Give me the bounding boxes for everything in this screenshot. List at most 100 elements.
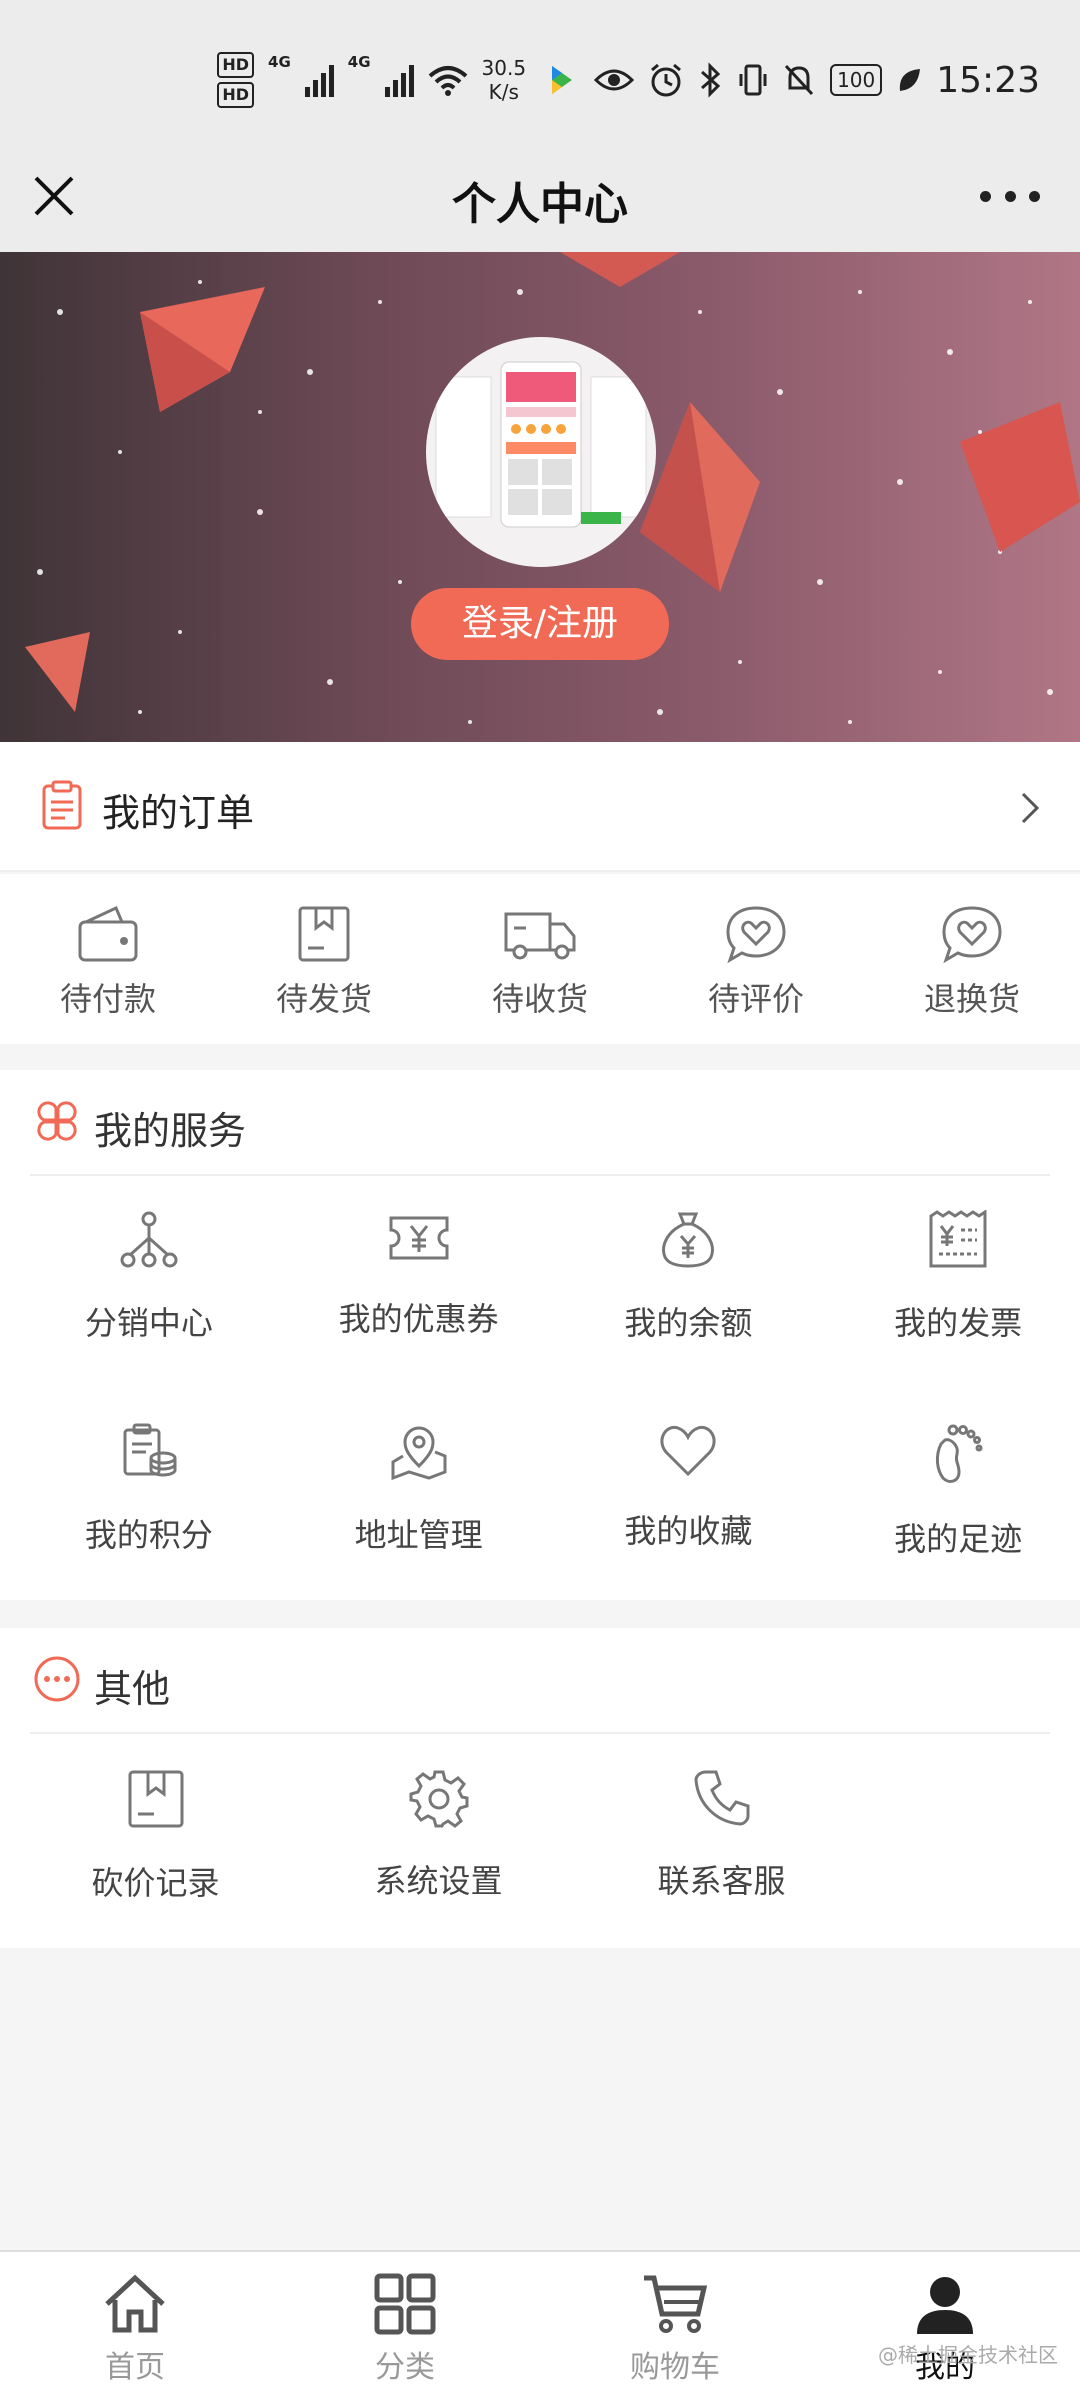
- other-label: 联系客服: [657, 1862, 786, 1900]
- service-coupons[interactable]: 我的优惠券: [297, 1210, 541, 1344]
- avatar[interactable]: [426, 337, 656, 567]
- more-circle-icon: [34, 1656, 80, 1702]
- user-icon: [917, 2277, 973, 2334]
- service-label: 我的优惠券: [338, 1300, 499, 1338]
- services-row-1: 分销中心 我的优惠券 我的余额 我的发票: [0, 1210, 1080, 1344]
- service-label: 地址管理: [354, 1516, 483, 1554]
- service-distribution-center[interactable]: 分销中心: [27, 1210, 271, 1344]
- service-label: 我的余额: [624, 1304, 753, 1342]
- tab-mine[interactable]: 我的: [810, 2252, 1080, 2400]
- status-bar: HD HD 4G 4G 30.5 K/s 100 15:23: [0, 0, 1080, 140]
- other-header: 其他: [30, 1628, 1050, 1734]
- order-item-label: 待评价: [707, 980, 804, 1018]
- hd2-badge: HD: [217, 82, 255, 108]
- login-register-button[interactable]: 登录/注册: [411, 588, 669, 660]
- cart-icon: [644, 2275, 708, 2333]
- other-label: 系统设置: [374, 1862, 503, 1900]
- clipboard-icon: [42, 780, 82, 830]
- heart-icon: [660, 1425, 716, 1477]
- network-type-1: 4G: [268, 53, 291, 71]
- bluetooth-icon: [701, 62, 721, 98]
- app-notification-icon: [552, 66, 573, 94]
- service-label: 分销中心: [84, 1304, 213, 1342]
- service-favorites[interactable]: 我的收藏: [567, 1422, 811, 1560]
- hd1-badge: HD: [217, 52, 255, 78]
- more-icon[interactable]: [980, 178, 1040, 214]
- my-orders-title: 我的订单: [102, 791, 255, 835]
- services-header: 我的服务: [30, 1070, 1050, 1176]
- tab-cart[interactable]: 购物车: [540, 2252, 810, 2400]
- services-row-2: 我的积分 地址管理 我的收藏 我的足迹: [0, 1422, 1080, 1560]
- signal-icon: [304, 63, 334, 97]
- tab-label: 分类: [375, 2350, 435, 2385]
- home-icon: [105, 2274, 165, 2333]
- money-bag-icon: [662, 1212, 715, 1268]
- service-invoices[interactable]: 我的发票: [836, 1210, 1080, 1344]
- bottom-tab-bar: 首页 分类 购物车 我的 @稀土掘金技术社区: [0, 2250, 1080, 2400]
- my-orders-header[interactable]: 我的订单: [0, 742, 1080, 872]
- profile-banner: 登录/注册: [0, 252, 1080, 742]
- service-label: 我的收藏: [624, 1512, 753, 1550]
- wallet-icon: [78, 905, 138, 962]
- tab-home[interactable]: 首页: [0, 2252, 270, 2400]
- invoice-icon: [929, 1210, 987, 1268]
- vibrate-icon: [739, 64, 767, 96]
- service-address[interactable]: 地址管理: [297, 1422, 541, 1560]
- other-customer-service[interactable]: 联系客服: [593, 1768, 850, 1904]
- signal-icon: [384, 63, 414, 97]
- footprint-icon: [936, 1424, 983, 1483]
- order-pending-review[interactable]: 待评价: [648, 874, 864, 1044]
- other-label: 砍价记录: [91, 1864, 220, 1902]
- phone-icon: [693, 1770, 749, 1826]
- other-section: 其他 砍价记录 系统设置 联系客服: [0, 1628, 1080, 1948]
- leaf-icon: [900, 69, 921, 91]
- wifi-icon: [428, 66, 467, 96]
- eye-icon: [594, 69, 635, 91]
- order-pending-shipment[interactable]: 待发货: [216, 874, 432, 1044]
- alarm-icon: [651, 63, 682, 97]
- tab-label: 首页: [105, 2350, 165, 2385]
- other-title: 其他: [94, 1667, 171, 1711]
- bookmark-box-icon: [128, 1770, 183, 1828]
- service-points[interactable]: 我的积分: [27, 1422, 271, 1560]
- other-system-settings[interactable]: 系统设置: [310, 1768, 567, 1904]
- order-status-row: 待付款 待发货 待收货 待评价 退换货: [0, 874, 1080, 1044]
- nav-bar: 个人中心: [0, 140, 1080, 252]
- heart-chat-icon: [942, 906, 1002, 964]
- chevron-right-icon: [1021, 792, 1040, 824]
- network-type-2: 4G: [347, 53, 371, 71]
- order-pending-receipt[interactable]: 待收货: [432, 874, 648, 1044]
- clock-time: 15:23: [936, 59, 1040, 101]
- service-label: 我的发票: [894, 1304, 1023, 1342]
- battery-icon: 100: [830, 64, 883, 96]
- order-pending-payment[interactable]: 待付款: [0, 874, 216, 1044]
- heart-chat-icon: [726, 906, 786, 964]
- order-item-label: 待付款: [59, 980, 156, 1018]
- order-item-label: 待发货: [275, 980, 372, 1018]
- service-label: 我的积分: [84, 1516, 213, 1554]
- my-services-section: 我的服务 分销中心 我的优惠券 我的余额 我的发票 我的积分 地址管理 我的收藏…: [0, 1070, 1080, 1600]
- points-icon: [123, 1423, 177, 1477]
- gear-icon: [409, 1770, 468, 1828]
- page-title: 个人中心: [452, 179, 628, 230]
- tab-category[interactable]: 分类: [270, 2252, 540, 2400]
- service-label: 我的足迹: [894, 1520, 1023, 1558]
- order-returns[interactable]: 退换货: [864, 874, 1080, 1044]
- other-bargain-records[interactable]: 砍价记录: [27, 1768, 284, 1904]
- other-row: 砍价记录 系统设置 联系客服: [0, 1768, 1080, 1904]
- app-preview-image: [435, 361, 647, 528]
- hd-indicator: HD HD: [217, 50, 255, 110]
- order-item-label: 待收货: [491, 980, 588, 1018]
- location-icon: [391, 1426, 447, 1481]
- services-title: 我的服务: [94, 1109, 247, 1153]
- coupon-icon: [389, 1216, 449, 1260]
- box-icon: [298, 906, 350, 962]
- service-balance[interactable]: 我的余额: [567, 1210, 811, 1344]
- truck-icon: [504, 912, 576, 960]
- network-speed: 30.5 K/s: [481, 56, 527, 104]
- watermark: @稀土掘金技术社区: [878, 2343, 1058, 2367]
- order-item-label: 退换货: [923, 980, 1020, 1018]
- tab-label: 购物车: [630, 2350, 720, 2385]
- grid-icon: [374, 2273, 436, 2335]
- service-footprints[interactable]: 我的足迹: [836, 1422, 1080, 1560]
